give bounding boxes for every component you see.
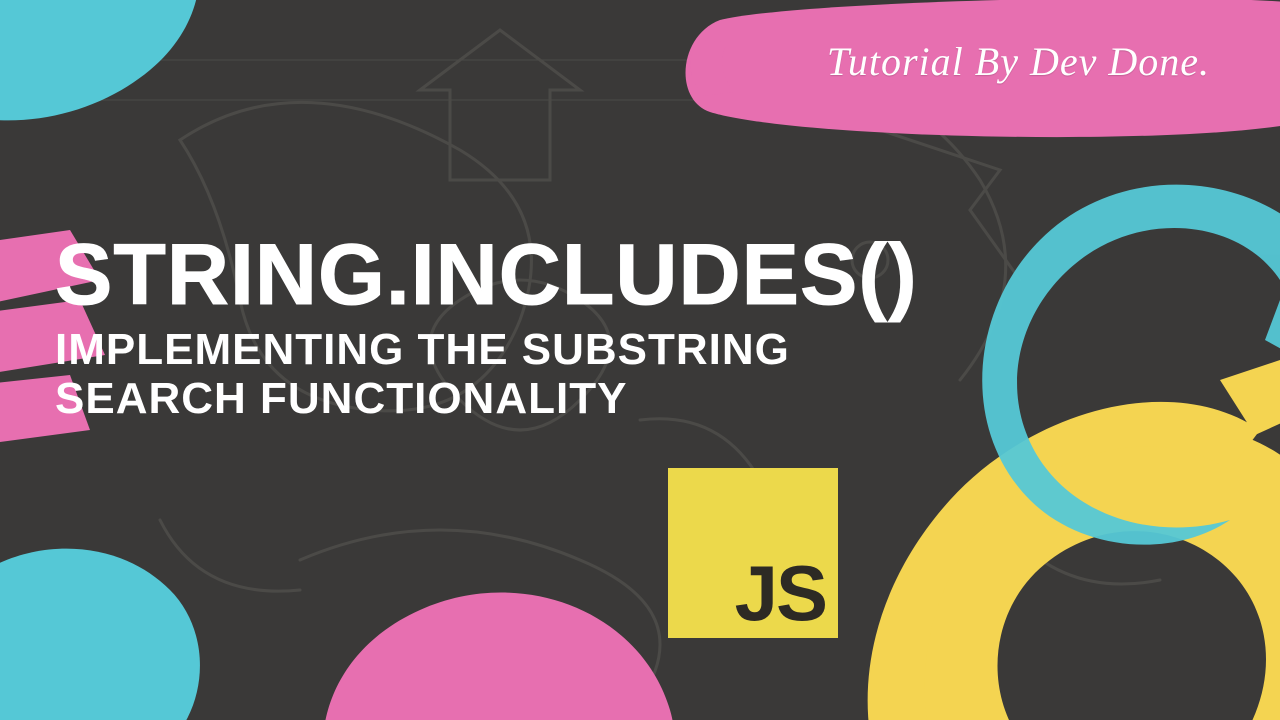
js-logo-badge: JS — [668, 468, 838, 638]
brush-cyan-right — [920, 160, 1280, 580]
title-subtitle: IMPLEMENTING THE SUBSTRING SEARCH FUNCTI… — [55, 325, 875, 424]
tutorial-credit: Tutorial By Dev Done. — [827, 38, 1210, 85]
js-logo-text: JS — [735, 554, 826, 632]
title-sub-line2: SEARCH FUNCTIONALITY — [55, 374, 627, 423]
title-block: STRING.INCLUDES() IMPLEMENTING THE SUBST… — [55, 235, 918, 423]
title-main: STRING.INCLUDES() — [55, 235, 918, 317]
brush-cyan-bottom-left — [0, 520, 220, 720]
brush-pink-bottom-center — [320, 560, 680, 720]
title-sub-line1: IMPLEMENTING THE SUBSTRING — [55, 325, 790, 374]
brush-cyan-top-left — [0, 0, 240, 190]
